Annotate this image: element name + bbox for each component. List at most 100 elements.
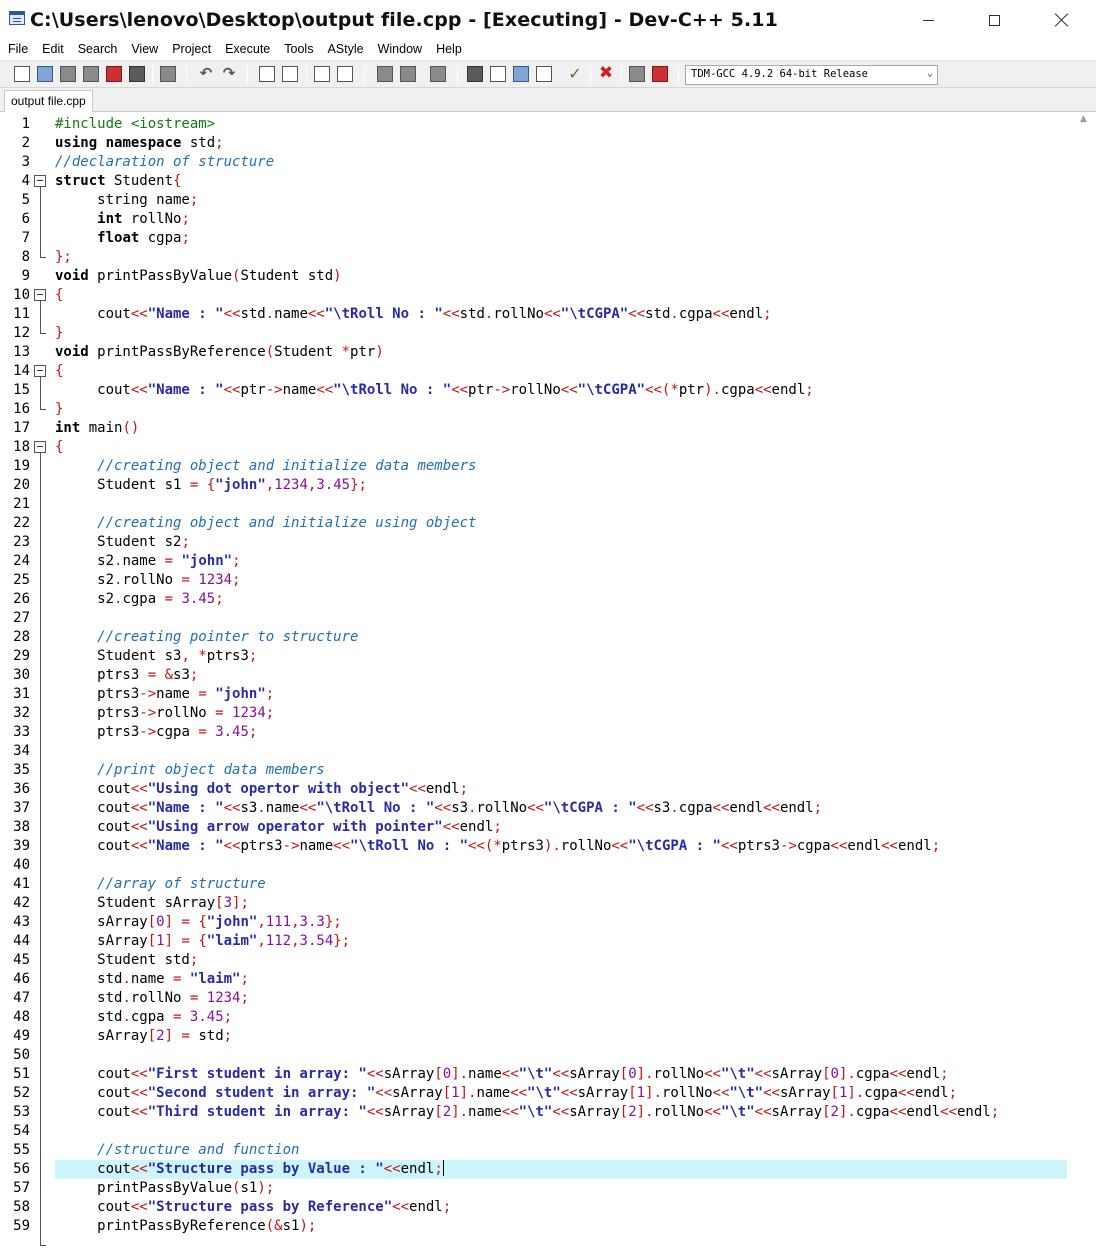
toggle-comment-icon[interactable] xyxy=(430,66,446,82)
code-line[interactable]: cout<<"First student in array: "<<sArray… xyxy=(55,1065,1067,1084)
code-line[interactable]: { xyxy=(55,438,1067,457)
code-line[interactable]: cout<<"Using dot opertor with object"<<e… xyxy=(55,780,1067,799)
redo-icon[interactable]: ↷ xyxy=(221,66,237,82)
code-editor[interactable]: 1 2 3 4 5 6 7 8 9 10 11 12 13 14 15 16 17 18 19 20 21 22 23 24 2… xyxy=(0,112,1096,1252)
indent-icon[interactable] xyxy=(377,66,393,82)
code-line[interactable]: printPassByReference(&s1); xyxy=(55,1217,1067,1236)
menu-execute[interactable]: Execute xyxy=(217,40,276,60)
code-line[interactable]: } xyxy=(55,324,1067,343)
code-line[interactable]: sArray[1] = {"laim",112,3.54}; xyxy=(55,932,1067,951)
code-line[interactable]: //print object data members xyxy=(55,761,1067,780)
code-line[interactable]: { xyxy=(55,362,1067,381)
code-line[interactable]: cout<<"Name : "<<std.name<<"\tRoll No : … xyxy=(55,305,1067,324)
code-line[interactable]: cout<<"Using arrow operator with pointer… xyxy=(55,818,1067,837)
code-line[interactable]: int main() xyxy=(55,419,1067,438)
rebuild-all-icon[interactable] xyxy=(536,66,552,82)
code-line[interactable] xyxy=(55,742,1067,761)
code-line[interactable]: Student s3, *ptrs3; xyxy=(55,647,1067,666)
code-line[interactable]: cout<<"Second student in array: "<<sArra… xyxy=(55,1084,1067,1103)
code-line[interactable]: Student s2; xyxy=(55,533,1067,552)
menu-help[interactable]: Help xyxy=(428,40,468,60)
menu-window[interactable]: Window xyxy=(370,40,428,60)
fold-toggle-icon[interactable] xyxy=(34,365,46,377)
menu-file[interactable]: File xyxy=(0,40,34,60)
print-icon[interactable] xyxy=(160,66,176,82)
code-line[interactable]: //array of structure xyxy=(55,875,1067,894)
find-icon[interactable] xyxy=(259,66,275,82)
code-line[interactable]: s2.rollNo = 1234; xyxy=(55,571,1067,590)
code-line[interactable]: std.rollNo = 1234; xyxy=(55,989,1067,1008)
fold-toggle-icon[interactable] xyxy=(34,175,46,187)
code-line[interactable] xyxy=(55,856,1067,875)
replace-icon[interactable] xyxy=(282,66,298,82)
code-line[interactable]: printPassByValue(s1); xyxy=(55,1179,1067,1198)
vertical-scrollbar[interactable]: ▲ xyxy=(1075,112,1092,1252)
stop-execution-icon[interactable]: ✖ xyxy=(598,65,614,82)
new-file-icon[interactable] xyxy=(14,66,30,82)
fold-toggle-icon[interactable] xyxy=(34,441,46,453)
delete-profile-icon[interactable] xyxy=(652,66,668,82)
code-line[interactable]: cout<<"Third student in array: "<<sArray… xyxy=(55,1103,1067,1122)
menu-astyle[interactable]: AStyle xyxy=(319,40,369,60)
code-line[interactable]: std.name = "laim"; xyxy=(55,970,1067,989)
code-line[interactable]: Student std; xyxy=(55,951,1067,970)
fold-toggle-icon[interactable] xyxy=(34,289,46,301)
code-line[interactable] xyxy=(55,1046,1067,1065)
code-line[interactable]: sArray[0] = {"john",111,3.3}; xyxy=(55,913,1067,932)
code-line[interactable]: //declaration of structure xyxy=(55,153,1067,172)
code-line[interactable]: //creating pointer to structure xyxy=(55,628,1067,647)
open-project-icon[interactable] xyxy=(37,66,53,82)
maximize-button[interactable] xyxy=(963,0,1025,40)
minimize-button[interactable] xyxy=(897,0,959,40)
code-line[interactable]: //structure and function xyxy=(55,1141,1067,1160)
profile-chart-icon[interactable] xyxy=(629,66,645,82)
goto-line-icon[interactable] xyxy=(314,66,330,82)
unindent-icon[interactable] xyxy=(400,66,416,82)
compiler-select[interactable]: TDM-GCC 4.9.2 64-bit Release ⌄ xyxy=(685,65,938,85)
code-line[interactable]: void printPassByValue(Student std) xyxy=(55,267,1067,286)
code-line[interactable]: //creating object and initialize data me… xyxy=(55,457,1067,476)
menu-project[interactable]: Project xyxy=(164,40,217,60)
code-line[interactable]: cout<<"Structure pass by Reference"<<end… xyxy=(55,1198,1067,1217)
run-icon[interactable] xyxy=(490,66,506,82)
goto-function-icon[interactable] xyxy=(337,66,353,82)
code-line[interactable]: string name; xyxy=(55,191,1067,210)
code-line[interactable]: Student s1 = {"john",1234,3.45}; xyxy=(55,476,1067,495)
code-line[interactable]: cout<<"Structure pass by Value : "<<endl… xyxy=(55,1160,1067,1179)
code-line[interactable] xyxy=(55,1122,1067,1141)
menu-view[interactable]: View xyxy=(123,40,164,60)
code-line[interactable]: cout<<"Name : "<<s3.name<<"\tRoll No : "… xyxy=(55,799,1067,818)
code-line[interactable]: float cgpa; xyxy=(55,229,1067,248)
code-line[interactable]: ptrs3->cgpa = 3.45; xyxy=(55,723,1067,742)
code-line[interactable]: sArray[2] = std; xyxy=(55,1027,1067,1046)
code-line[interactable]: std.cgpa = 3.45; xyxy=(55,1008,1067,1027)
code-line[interactable]: s2.name = "john"; xyxy=(55,552,1067,571)
code-line[interactable]: } xyxy=(55,400,1067,419)
save-all-icon[interactable] xyxy=(83,66,99,82)
code-line[interactable] xyxy=(55,609,1067,628)
code-line[interactable]: void printPassByReference(Student *ptr) xyxy=(55,343,1067,362)
undo-icon[interactable]: ↶ xyxy=(198,66,214,82)
code-line[interactable]: }; xyxy=(55,248,1067,267)
code-line[interactable]: int rollNo; xyxy=(55,210,1067,229)
syntax-check-icon[interactable]: ✓ xyxy=(567,66,583,82)
tab-output-file[interactable]: output file.cpp xyxy=(4,90,93,112)
menu-search[interactable]: Search xyxy=(70,40,124,60)
menu-edit[interactable]: Edit xyxy=(34,40,70,60)
code-line[interactable]: //creating object and initialize using o… xyxy=(55,514,1067,533)
code-line[interactable]: Student sArray[3]; xyxy=(55,894,1067,913)
code-line[interactable]: s2.cgpa = 3.45; xyxy=(55,590,1067,609)
close-all-icon[interactable] xyxy=(129,66,145,82)
code-line[interactable]: { xyxy=(55,286,1067,305)
close-file-icon[interactable] xyxy=(106,66,122,82)
code-line[interactable]: ptrs3->rollNo = 1234; xyxy=(55,704,1067,723)
code-line[interactable] xyxy=(55,495,1067,514)
code-line[interactable]: #include <iostream> xyxy=(55,115,1067,134)
code-line[interactable]: struct Student{ xyxy=(55,172,1067,191)
code-line[interactable]: cout<<"Name : "<<ptrs3->name<<"\tRoll No… xyxy=(55,837,1067,856)
code-line[interactable]: using namespace std; xyxy=(55,134,1067,153)
save-icon[interactable] xyxy=(60,66,76,82)
code-line[interactable]: ptrs3 = &s3; xyxy=(55,666,1067,685)
compile-run-icon[interactable] xyxy=(513,66,529,82)
scroll-up-icon[interactable]: ▲ xyxy=(1075,114,1092,128)
